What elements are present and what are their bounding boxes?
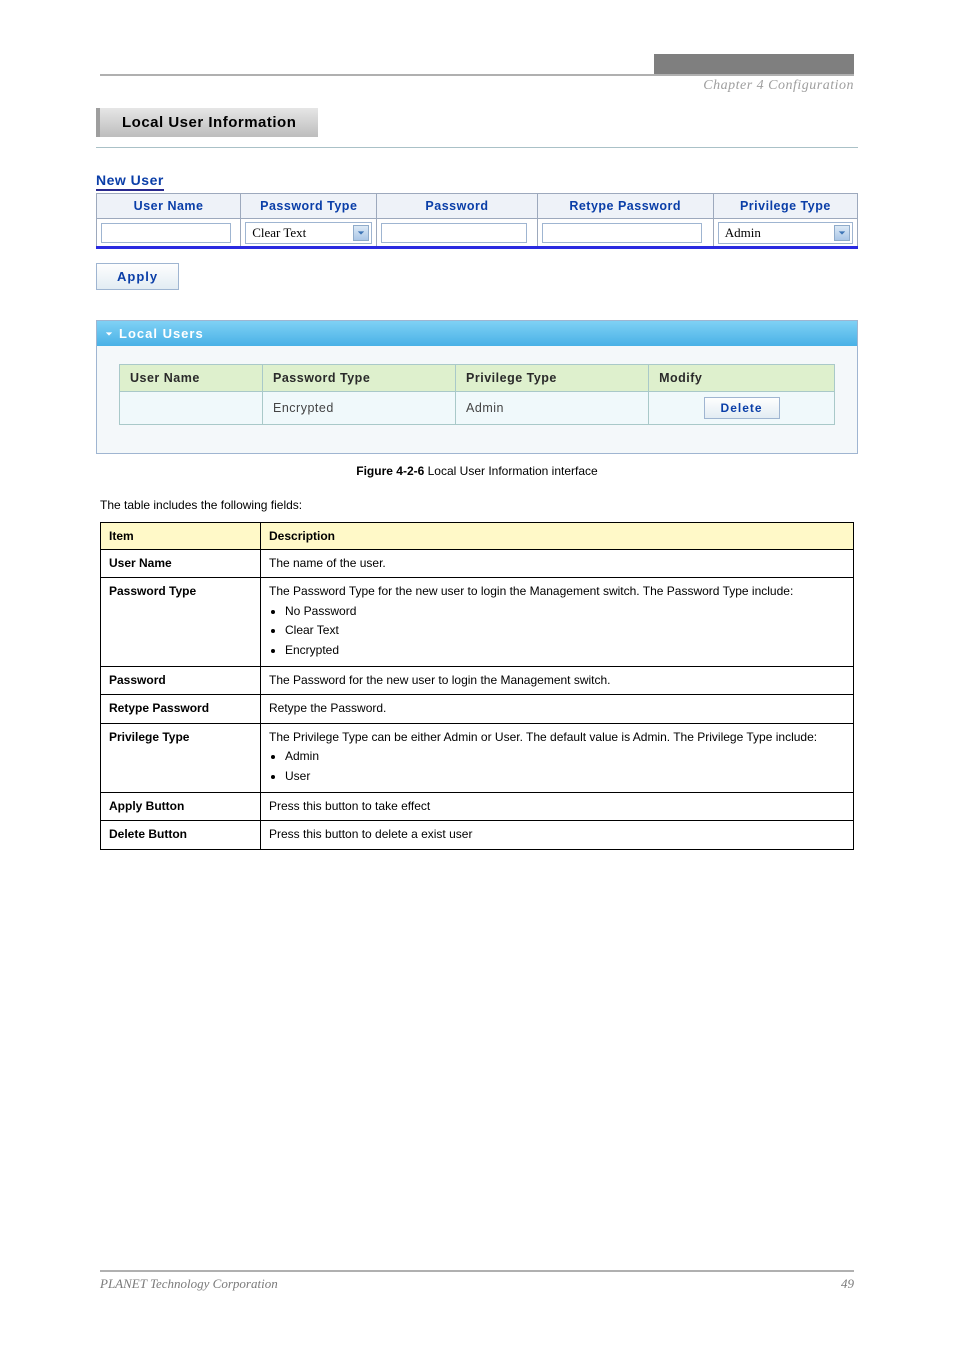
local-users-panel: Local Users User Name Password Type Priv…: [96, 320, 858, 454]
header-grey-box: [654, 54, 854, 74]
desc-text: The Privilege Type can be either Admin o…: [261, 723, 854, 792]
lu-col-username: User Name: [120, 365, 263, 392]
desc-col-item: Item: [101, 523, 261, 550]
bullet: No Password: [285, 603, 845, 620]
local-users-title: Local Users: [119, 326, 204, 341]
desc-item: Password: [101, 666, 261, 694]
desc-col-desc: Description: [261, 523, 854, 550]
col-username: User Name: [97, 194, 241, 219]
bullet: Admin: [285, 748, 845, 765]
body-text: The table includes the following fields:: [100, 496, 854, 514]
page-footer: PLANET Technology Corporation 49: [100, 1270, 854, 1292]
privilege-select[interactable]: Admin: [718, 222, 853, 244]
table-row: User Name The name of the user.: [101, 550, 854, 578]
desc-text: The Password for the new user to login t…: [261, 666, 854, 694]
lu-col-modify: Modify: [649, 365, 835, 392]
new-user-table: User Name Password Type Password Retype …: [96, 193, 858, 248]
chapter-label: Chapter 4 Configuration: [60, 78, 854, 94]
row-username: [120, 392, 263, 425]
footer-left: PLANET Technology Corporation: [100, 1276, 278, 1292]
chevron-down-icon: [834, 225, 850, 241]
bullet: Encrypted: [285, 642, 845, 659]
header-strip: [60, 0, 894, 74]
col-retype: Retype Password: [537, 194, 713, 219]
table-accent-bar: [96, 246, 858, 249]
bullet: Clear Text: [285, 622, 845, 639]
panel-title: Local User Information: [96, 108, 318, 137]
bullet: User: [285, 768, 845, 785]
local-users-header[interactable]: Local Users: [97, 321, 857, 346]
table-row: Password The Password for the new user t…: [101, 666, 854, 694]
footer-page-number: 49: [841, 1276, 854, 1292]
desc-text: The name of the user.: [261, 550, 854, 578]
desc-text: Press this button to take effect: [261, 792, 854, 820]
col-privilege: Privilege Type: [713, 194, 857, 219]
desc-item: User Name: [101, 550, 261, 578]
lu-col-privilege: Privilege Type: [456, 365, 649, 392]
apply-button[interactable]: Apply: [96, 263, 179, 290]
desc-item: Retype Password: [101, 695, 261, 723]
chevron-down-icon: [353, 225, 369, 241]
table-row: Retype Password Retype the Password.: [101, 695, 854, 723]
username-input[interactable]: [101, 223, 231, 243]
figure-caption: Figure 4-2-6 Local User Information inte…: [60, 464, 894, 478]
row-privilege: Admin: [456, 392, 649, 425]
table-row: Encrypted Admin Delete: [120, 392, 835, 425]
password-input[interactable]: [381, 223, 526, 243]
passwordtype-select[interactable]: Clear Text: [245, 222, 372, 244]
col-passwordtype: Password Type: [241, 194, 377, 219]
desc-item: Password Type: [101, 578, 261, 667]
privilege-value: Admin: [725, 225, 761, 241]
desc-item: Privilege Type: [101, 723, 261, 792]
passwordtype-value: Clear Text: [252, 225, 306, 241]
screenshot-panel: Local User Information New User User Nam…: [96, 102, 858, 454]
desc-text: The Password Type for the new user to lo…: [261, 578, 854, 667]
header-rule: [100, 74, 854, 76]
retype-password-input[interactable]: [542, 223, 703, 243]
lu-col-passwordtype: Password Type: [263, 365, 456, 392]
figure-text: Local User Information interface: [428, 464, 598, 478]
desc-item: Apply Button: [101, 792, 261, 820]
table-row: Apply Button Press this button to take e…: [101, 792, 854, 820]
table-row: Password Type The Password Type for the …: [101, 578, 854, 667]
desc-text: Press this button to delete a exist user: [261, 821, 854, 849]
col-password: Password: [377, 194, 537, 219]
table-row: Delete Button Press this button to delet…: [101, 821, 854, 849]
new-user-title: New User: [96, 172, 164, 191]
description-table: Item Description User Name The name of t…: [100, 522, 854, 850]
figure-number: Figure 4-2-6: [356, 464, 424, 478]
table-row: Privilege Type The Privilege Type can be…: [101, 723, 854, 792]
row-passwordtype: Encrypted: [263, 392, 456, 425]
desc-text: Retype the Password.: [261, 695, 854, 723]
local-users-table: User Name Password Type Privilege Type M…: [119, 364, 835, 425]
desc-item: Delete Button: [101, 821, 261, 849]
panel-rule: [96, 147, 858, 148]
delete-button[interactable]: Delete: [704, 397, 780, 419]
